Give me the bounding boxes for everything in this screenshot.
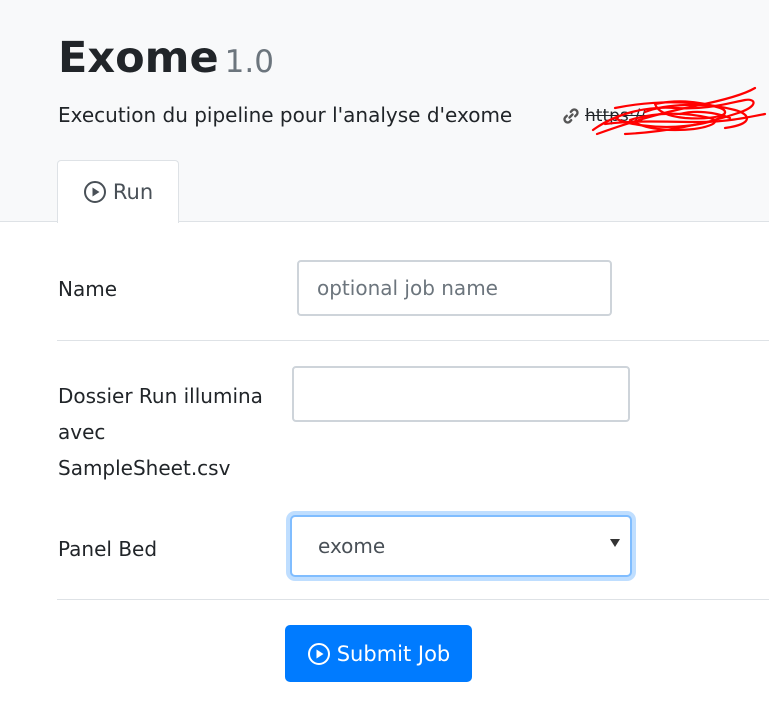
link-icon [563, 108, 579, 124]
app-version: 1.0 [224, 44, 274, 80]
play-circle-icon [307, 642, 330, 665]
homepage-link-text[interactable]: https:// [585, 106, 646, 126]
panel-bed-select[interactable]: exome [290, 515, 632, 577]
tab-run[interactable]: Run [57, 160, 179, 223]
homepage-link[interactable]: https:// [561, 102, 646, 130]
name-label: Name [58, 277, 118, 301]
play-circle-icon [83, 181, 106, 203]
panel-bed-label: Panel Bed [58, 537, 158, 561]
page-header: Exome 1.0 Execution du pipeline pour l'an… [0, 0, 769, 223]
divider [57, 599, 769, 600]
page-title: Exome 1.0 [58, 30, 274, 90]
dossier-label: Dossier Run illumina avec SampleSheet.cs… [58, 378, 263, 486]
dossier-label-line: Dossier Run illumina [58, 384, 263, 408]
submit-job-button[interactable]: Submit Job [285, 625, 472, 682]
dossier-run-input[interactable] [292, 366, 630, 422]
submit-job-label: Submit Job [336, 641, 451, 666]
app-name: Exome [58, 33, 219, 83]
dossier-label-line: avec [58, 420, 106, 444]
divider [57, 340, 769, 341]
page-subtitle: Execution du pipeline pour l'analyse d'e… [58, 103, 513, 127]
panel-bed-selected-value: exome [318, 534, 386, 558]
dossier-label-line: SampleSheet.csv [58, 456, 231, 480]
job-name-input[interactable] [297, 260, 612, 316]
tab-run-label: Run [112, 180, 154, 204]
caret-down-icon [610, 539, 620, 547]
